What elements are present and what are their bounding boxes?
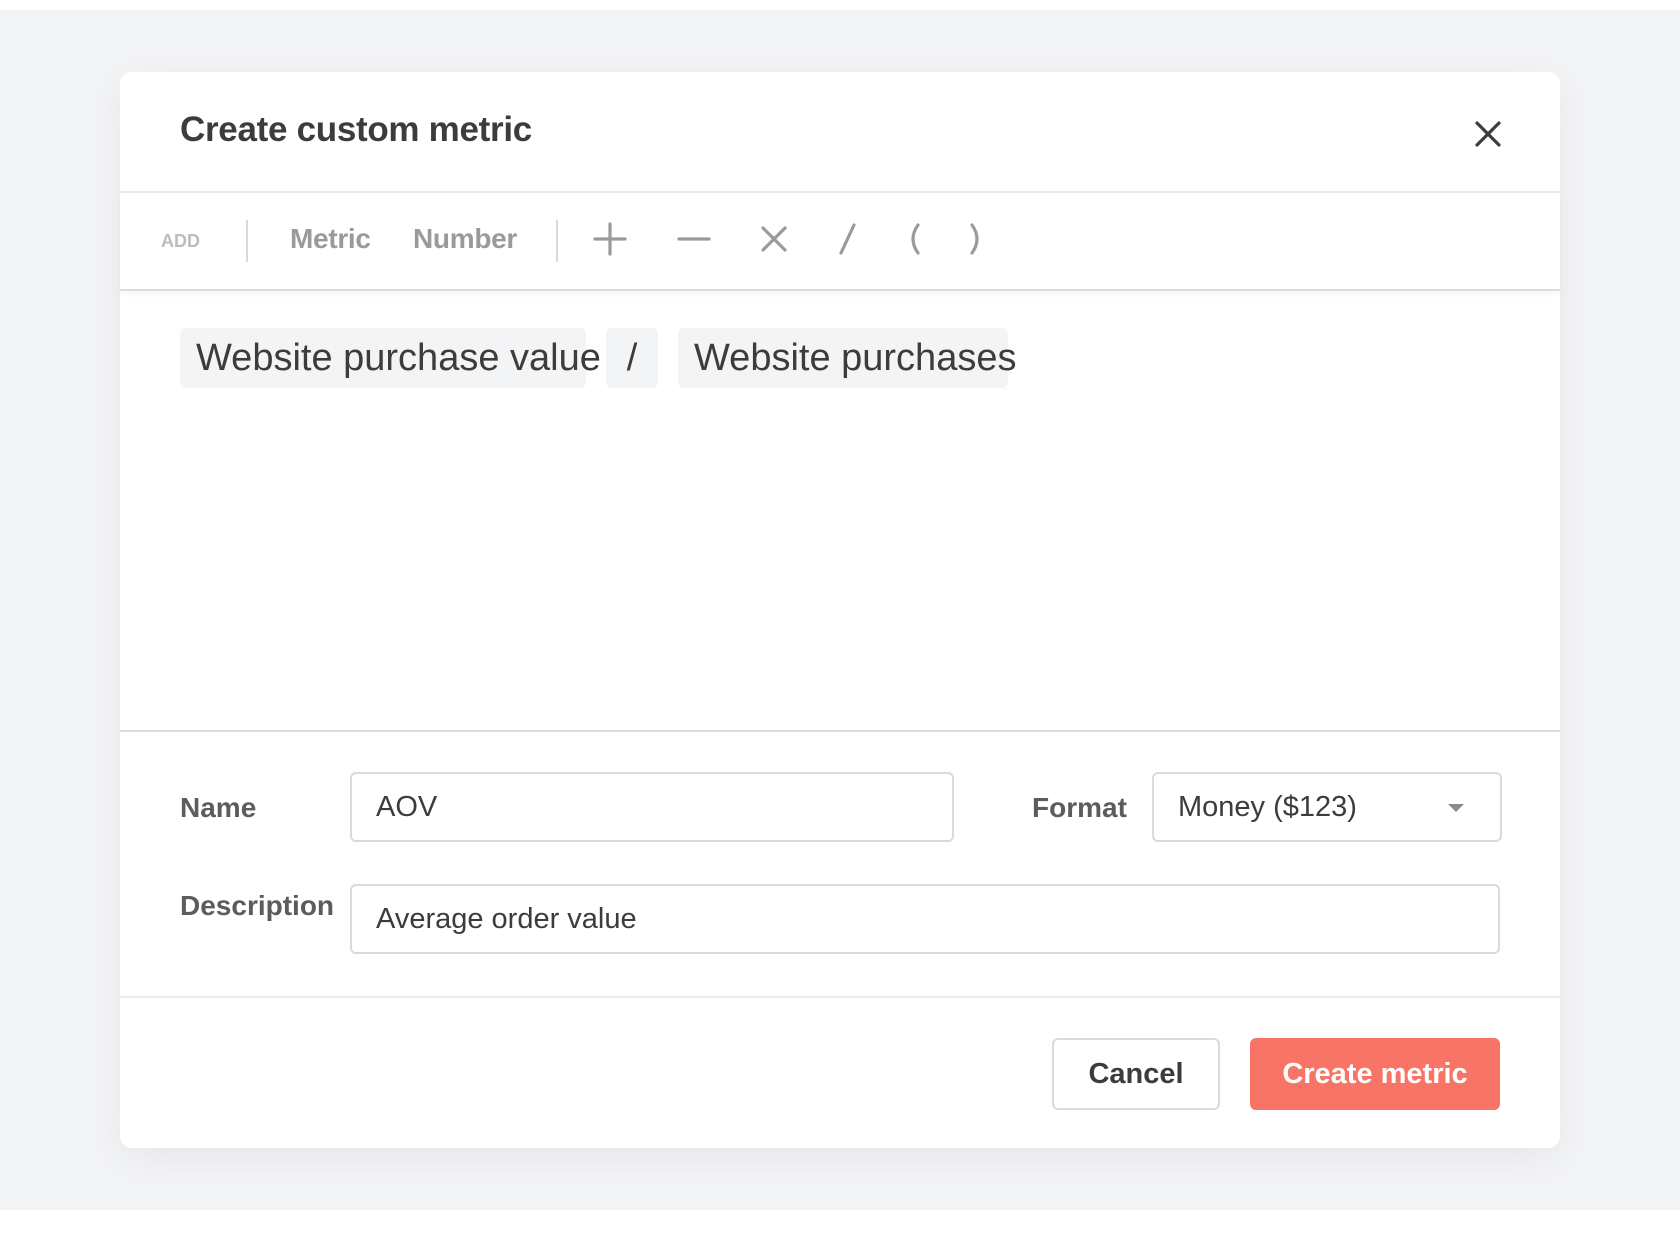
create-custom-metric-dialog: Create custom metric ADD Metric Number W… (120, 72, 1560, 1148)
add-label: ADD (161, 231, 200, 251)
create-metric-button[interactable]: Create metric (1250, 1038, 1500, 1110)
formula-editor[interactable]: Website purchase value / Website purchas… (120, 291, 1560, 731)
cancel-button[interactable]: Cancel (1052, 1038, 1220, 1110)
open-paren-button[interactable] (892, 215, 936, 263)
minus-icon (677, 237, 711, 241)
close-icon (1475, 121, 1501, 147)
formula-token-metric[interactable]: Website purchase value (180, 328, 601, 388)
plus-icon (593, 222, 627, 256)
formula-toolbar: ADD Metric Number (120, 193, 1560, 291)
format-select-value: Money ($123) (1178, 791, 1357, 823)
footer-divider (120, 996, 1560, 998)
plus-operator-button[interactable] (588, 215, 632, 263)
description-label: Description (180, 890, 335, 921)
formula-token-operator[interactable]: / (606, 328, 658, 388)
formula-token-metric[interactable]: Website purchases (678, 328, 1016, 388)
chevron-down-icon (1448, 804, 1464, 812)
dialog-header: Create custom metric (120, 72, 1560, 193)
close-paren-button[interactable] (954, 215, 998, 263)
multiply-operator-button[interactable] (752, 215, 796, 263)
add-number-button[interactable]: Number (413, 223, 517, 255)
dialog-title: Create custom metric (180, 110, 532, 149)
name-label: Name (180, 792, 257, 823)
close-button[interactable] (1468, 114, 1508, 154)
format-select[interactable]: Money ($123) (1152, 772, 1502, 842)
toolbar-divider (556, 220, 558, 262)
section-divider (120, 730, 1560, 732)
open-paren-icon (911, 223, 920, 255)
format-label: Format (1032, 792, 1127, 823)
toolbar-divider (246, 220, 248, 262)
description-input[interactable]: Average order value (350, 884, 1500, 954)
divide-operator-button[interactable] (825, 215, 869, 263)
divide-icon (839, 223, 856, 255)
close-paren-icon (970, 223, 979, 255)
minus-operator-button[interactable] (672, 215, 716, 263)
multiply-icon (761, 226, 787, 252)
name-input[interactable]: AOV (350, 772, 954, 842)
add-metric-button[interactable]: Metric (290, 223, 371, 255)
